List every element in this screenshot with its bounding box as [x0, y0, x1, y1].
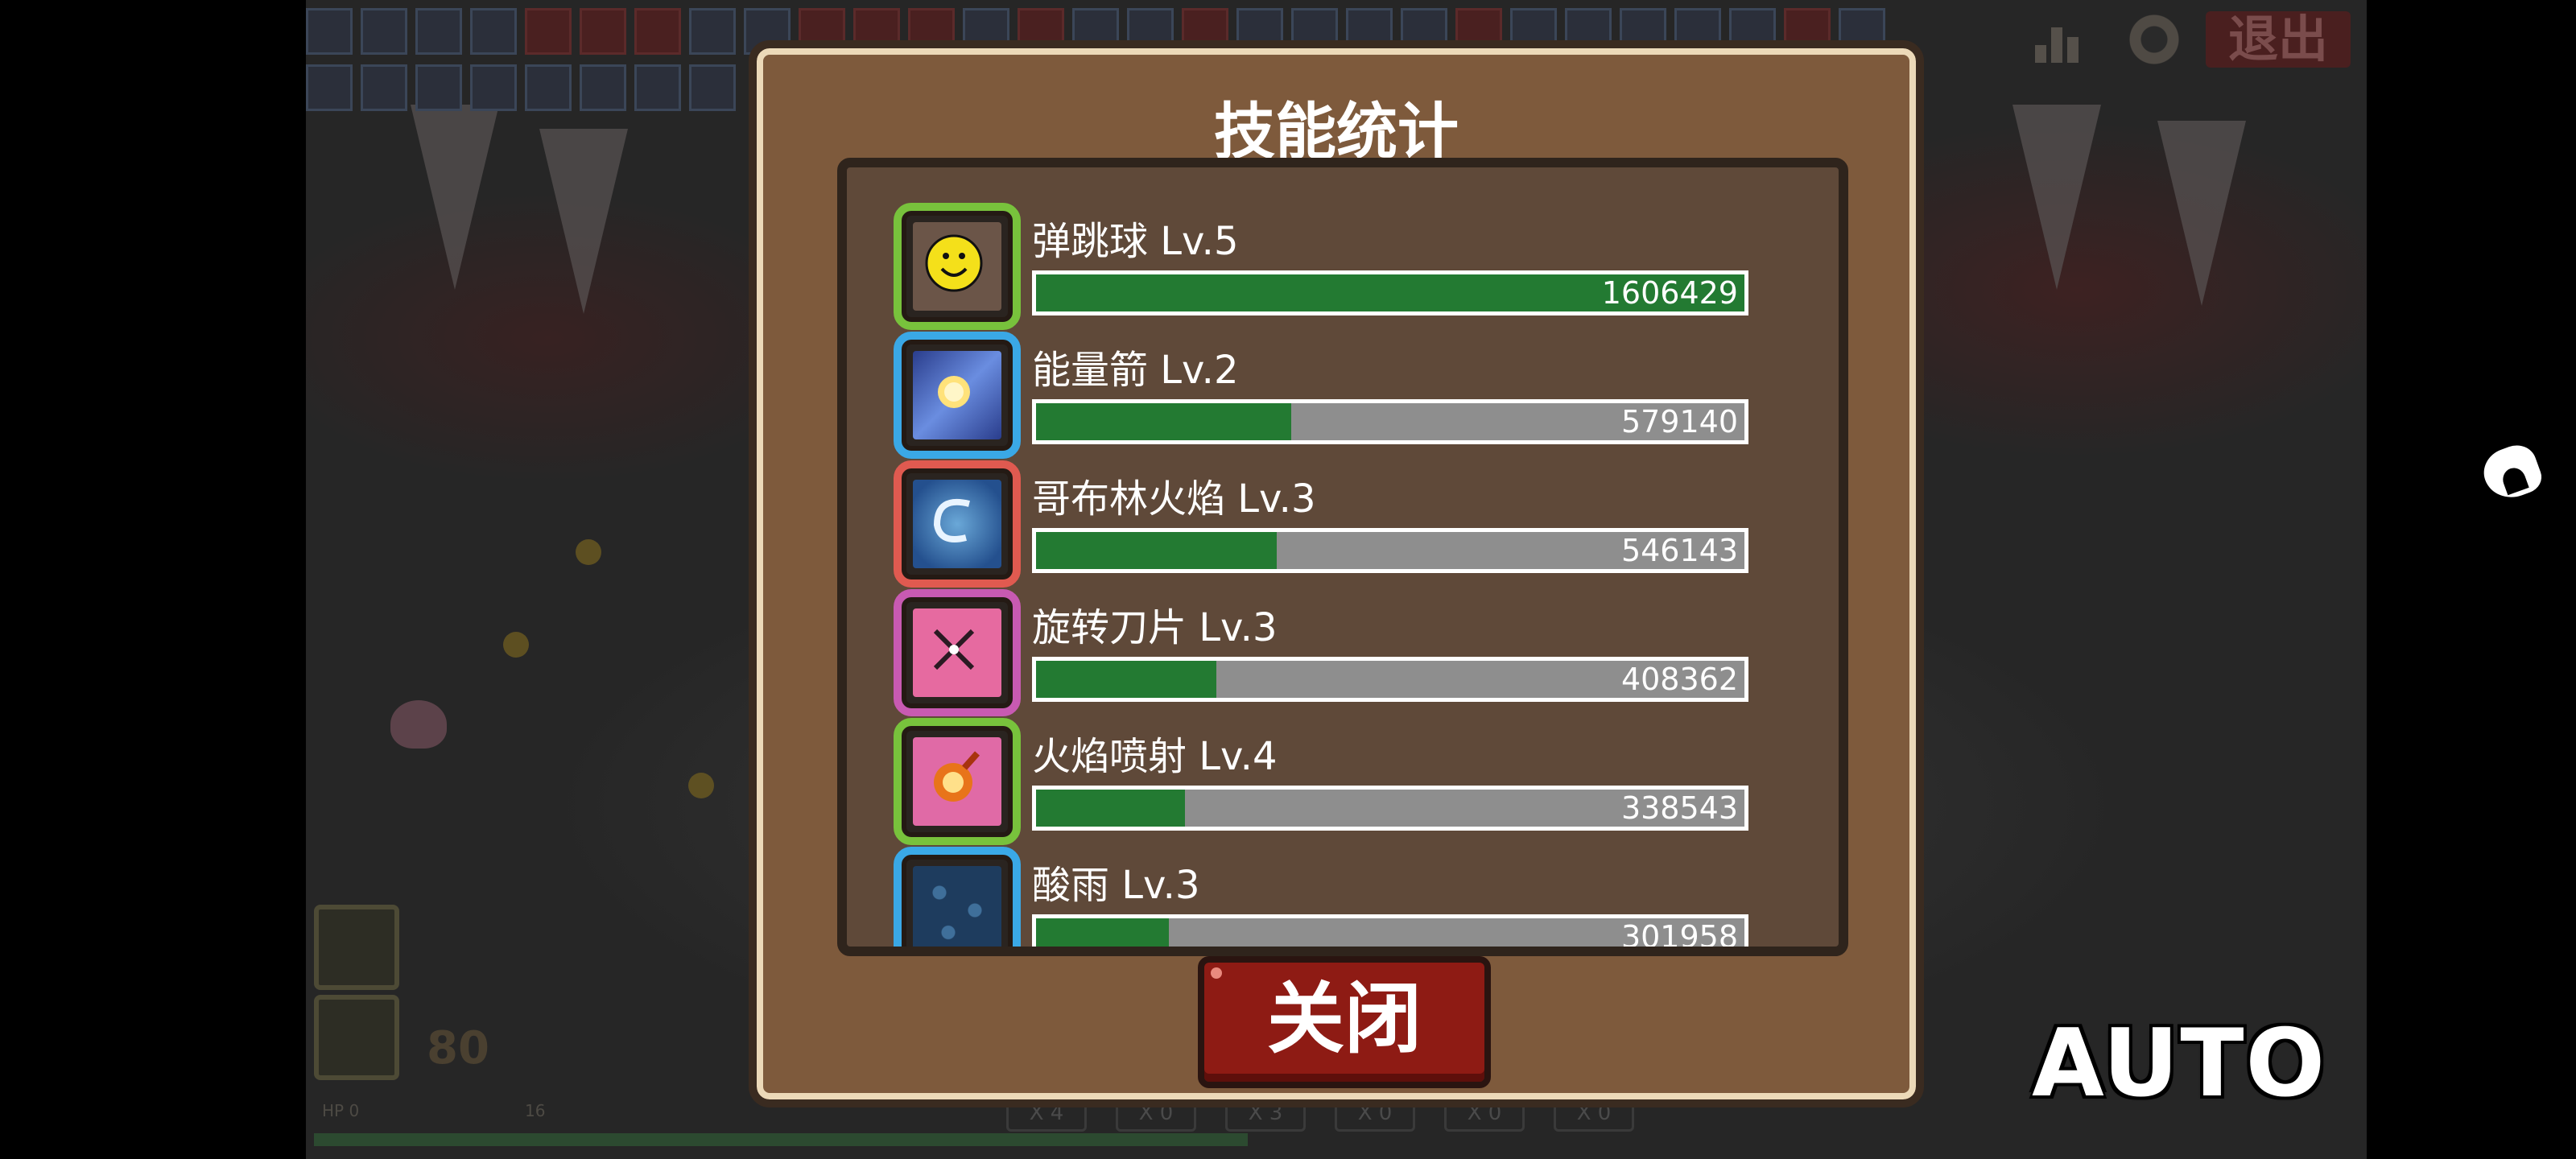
buff-slot: [361, 64, 407, 111]
damage-bar: 338543: [1032, 786, 1748, 831]
damage-bar: 408362: [1032, 657, 1748, 702]
damage-value: 579140: [1620, 404, 1738, 439]
exit-button[interactable]: 退出: [2206, 11, 2351, 68]
buff-slot: [415, 64, 462, 111]
damage-bar-fill: [1036, 403, 1291, 440]
smiley-ball-icon: [894, 203, 1021, 330]
energy-arrow-icon: [894, 332, 1021, 459]
auto-toggle[interactable]: AUTO: [2032, 1009, 2326, 1118]
hp-value: 16: [525, 1101, 546, 1120]
damage-bar-fill: [1036, 661, 1216, 698]
damage-bar: 1606429: [1032, 270, 1748, 316]
damage-value: 301958: [1620, 919, 1738, 955]
item-slot[interactable]: [314, 995, 399, 1080]
skill-name: 哥布林火焰 Lv.3: [1032, 476, 1316, 522]
damage-value: 408362: [1620, 662, 1738, 697]
buff-slot: [580, 64, 626, 111]
spinning-blade-icon: [894, 589, 1021, 716]
skill-list[interactable]: 弹跳球 Lv.5 1606429 能量箭 Lv.2 579140 哥布林火焰 L…: [837, 158, 1848, 956]
buff-slot: [306, 8, 353, 55]
damage-bar: 546143: [1032, 528, 1748, 573]
skill-row: 哥布林火焰 Lv.3 546143: [894, 460, 1779, 589]
skill-row: 弹跳球 Lv.5 1606429: [894, 203, 1779, 332]
acid-rain-icon: [894, 847, 1021, 947]
skill-stats-dialog: 技能统计 弹跳球 Lv.5 1606429 能量箭 Lv.2 579140 哥布…: [749, 40, 1924, 1107]
buff-slot: [689, 64, 736, 111]
buff-slot: [525, 8, 572, 55]
hp-label: HP 0: [322, 1101, 360, 1120]
buff-slot: [306, 64, 353, 111]
cave-stalactite: [2013, 105, 2101, 290]
pointer-hand-icon: [2477, 439, 2546, 505]
damage-value: 1606429: [1601, 275, 1738, 311]
skill-name: 能量箭 Lv.2: [1032, 348, 1239, 393]
buff-slot: [525, 64, 572, 111]
coin-icon: [576, 539, 601, 565]
coin-icon: [688, 773, 714, 798]
skill-name: 火焰喷射 Lv.4: [1032, 734, 1278, 779]
buff-slot: [415, 8, 462, 55]
buff-slot: [470, 64, 517, 111]
buff-slot: [580, 8, 626, 55]
flame-jet-icon: [894, 718, 1021, 845]
goblin-flame-icon: [894, 460, 1021, 588]
rabbit-enemy: [390, 700, 447, 749]
buff-slot: [689, 8, 736, 55]
damage-value: 546143: [1620, 533, 1738, 568]
skill-name: 旋转刀片 Lv.3: [1032, 605, 1278, 650]
skill-row: 酸雨 Lv.3 301958: [894, 847, 1779, 955]
damage-value: 338543: [1620, 790, 1738, 826]
buff-slot: [470, 8, 517, 55]
damage-bar-fill: [1036, 790, 1185, 827]
buff-icon-row: [306, 64, 736, 111]
skill-row: 能量箭 Lv.2 579140: [894, 332, 1779, 460]
cave-stalactite: [539, 129, 628, 314]
skill-name: 酸雨 Lv.3: [1032, 863, 1200, 908]
skill-name: 弹跳球 Lv.5: [1032, 219, 1239, 264]
damage-bar-fill: [1036, 918, 1170, 947]
cave-stalactite: [411, 105, 499, 290]
hp-bar: [314, 1133, 1248, 1146]
close-button[interactable]: 关闭: [1198, 956, 1491, 1088]
skill-row: 火焰喷射 Lv.4 338543: [894, 718, 1779, 847]
level-value: 80: [427, 1022, 489, 1074]
damage-bar-fill: [1036, 532, 1278, 569]
stats-icon[interactable]: [2029, 11, 2093, 68]
cave-stalactite: [2157, 121, 2246, 306]
gear-icon[interactable]: [2125, 11, 2183, 68]
buff-slot: [361, 8, 407, 55]
damage-bar: 579140: [1032, 399, 1748, 444]
skill-row: 旋转刀片 Lv.3 408362: [894, 589, 1779, 718]
buff-slot: [634, 64, 681, 111]
item-slot[interactable]: [314, 905, 399, 990]
damage-bar: 301958: [1032, 914, 1748, 955]
coin-icon: [503, 632, 529, 658]
buff-slot: [634, 8, 681, 55]
